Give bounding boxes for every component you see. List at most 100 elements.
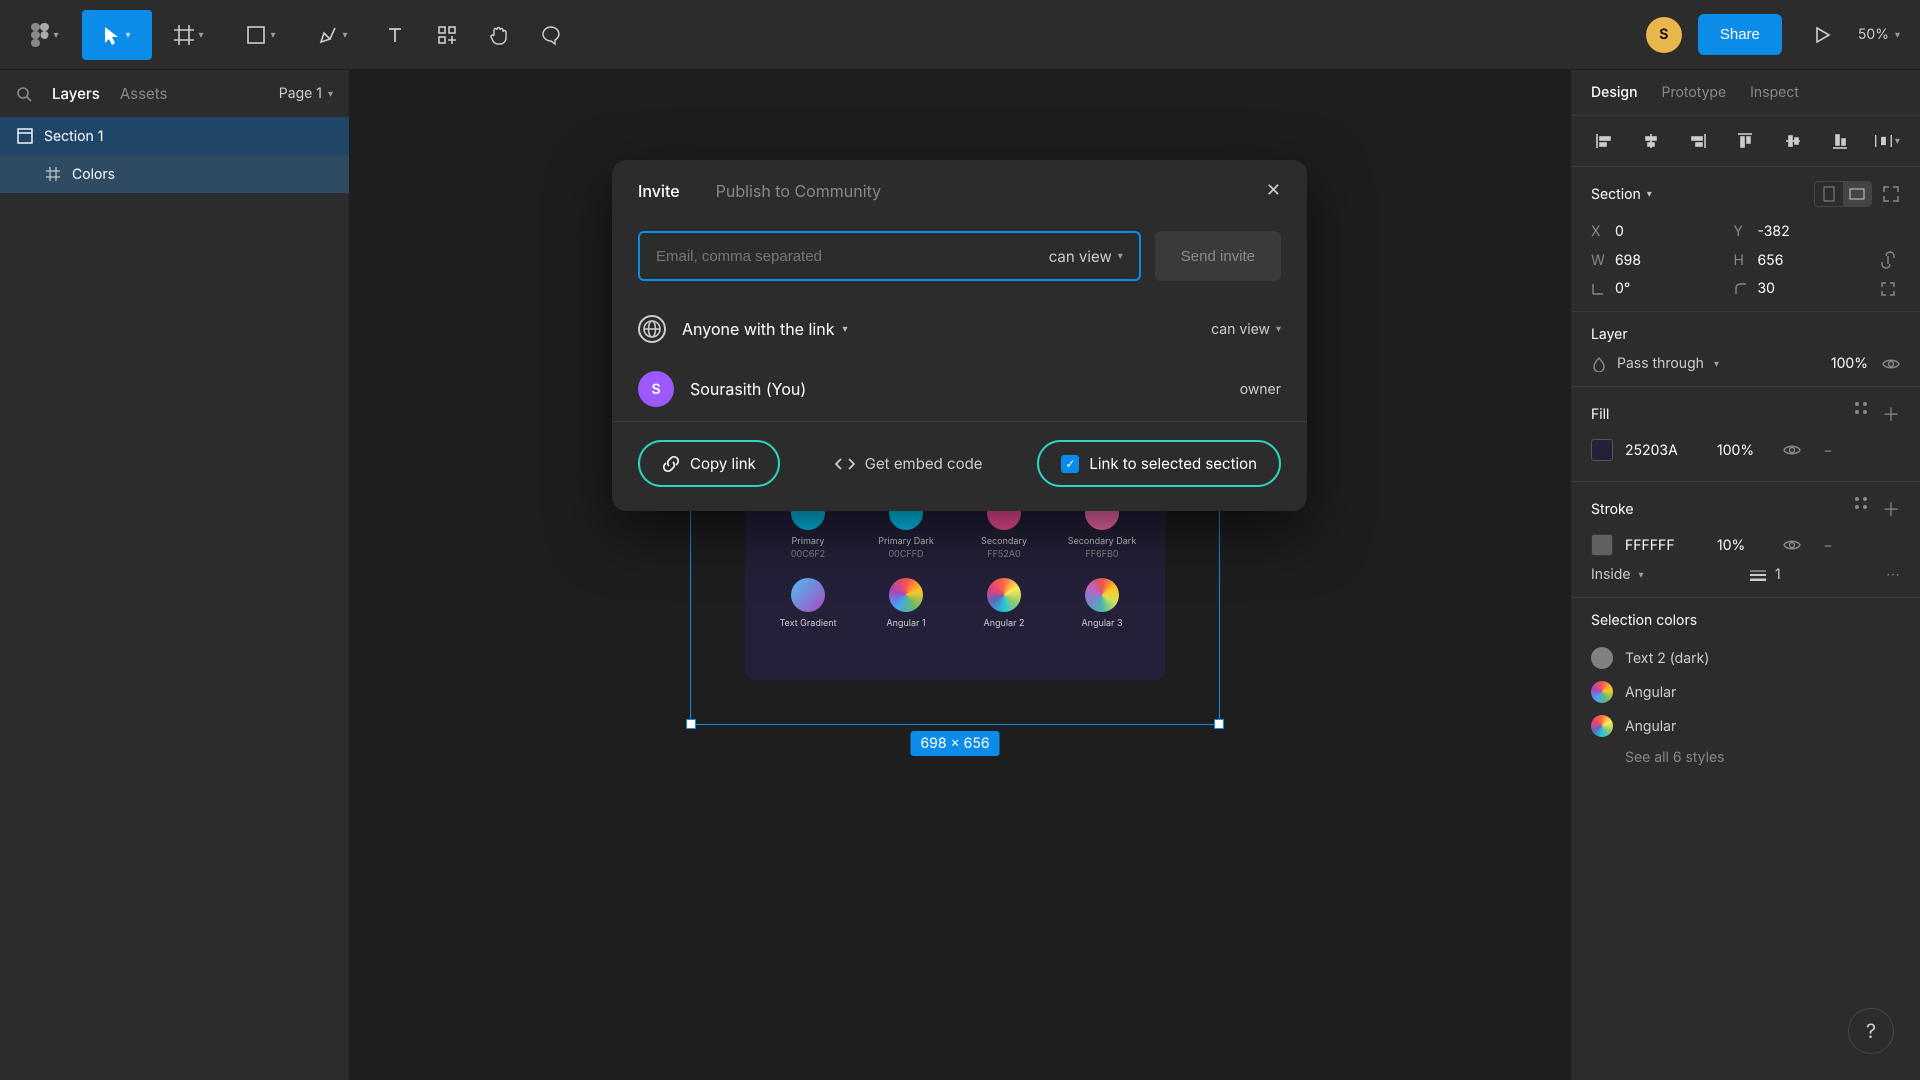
layers-tab[interactable]: Layers (52, 84, 100, 103)
stroke-opacity-field[interactable]: 10% (1717, 537, 1771, 554)
add-stroke-icon[interactable]: ＋ (1882, 496, 1900, 522)
design-tab[interactable]: Design (1591, 84, 1638, 101)
layer-row-colors[interactable]: Colors (0, 155, 349, 193)
play-icon (1813, 26, 1831, 44)
share-button[interactable]: Share (1698, 14, 1782, 55)
assets-tab[interactable]: Assets (120, 84, 168, 103)
selection-dimensions: 698 × 656 (910, 731, 999, 756)
w-field[interactable]: W698 (1591, 250, 1720, 270)
h-field[interactable]: H656 (1734, 250, 1863, 270)
move-tool-button[interactable]: ▾ (82, 10, 152, 60)
resize-to-fit-icon[interactable] (1882, 185, 1900, 203)
stroke-color-chip[interactable] (1591, 534, 1613, 556)
style-picker-icon[interactable] (1854, 401, 1868, 427)
remove-fill-icon[interactable]: − (1817, 442, 1839, 459)
present-button[interactable] (1802, 15, 1842, 55)
left-panel: Layers Assets Page 1 ▾ Section 1 Colors (0, 70, 350, 1080)
prototype-tab[interactable]: Prototype (1662, 84, 1727, 101)
invite-permission-dropdown[interactable]: can view ▾ (1049, 247, 1123, 266)
selection-color-row[interactable]: Angular (1591, 675, 1900, 709)
invite-email-input[interactable] (656, 248, 1049, 265)
distribute-icon[interactable]: ▾ (1874, 128, 1900, 154)
constrain-proportions-icon[interactable] (1876, 250, 1900, 270)
add-fill-icon[interactable]: ＋ (1882, 401, 1900, 427)
see-all-styles[interactable]: See all 6 styles (1591, 743, 1900, 772)
color-swatch[interactable]: Angular 3 (1054, 578, 1150, 631)
search-icon[interactable] (16, 86, 32, 102)
color-swatch[interactable]: Text Gradient (760, 578, 856, 631)
send-invite-button[interactable]: Send invite (1155, 231, 1281, 281)
layer-row-section[interactable]: Section 1 (0, 117, 349, 155)
blend-mode-dropdown[interactable]: Pass through ▾ (1591, 355, 1719, 372)
layer-opacity-field[interactable]: 100% (1831, 355, 1868, 372)
stroke-advanced-icon[interactable]: ⋯ (1886, 566, 1900, 583)
page-dropdown[interactable]: Page 1 ▾ (279, 85, 333, 102)
link-section-checkbox-input[interactable] (1061, 455, 1079, 473)
landscape-icon[interactable] (1843, 182, 1871, 206)
resize-handle-br[interactable] (1214, 719, 1224, 729)
radius-field[interactable]: 30 (1734, 280, 1863, 297)
frame-type-dropdown[interactable]: Section ▾ (1591, 186, 1652, 203)
shape-tool-button[interactable]: ▾ (226, 10, 296, 60)
align-right-icon[interactable] (1685, 128, 1711, 154)
selection-color-row[interactable]: Angular (1591, 709, 1900, 743)
stroke-hex-field[interactable]: FFFFFF (1625, 537, 1705, 554)
visibility-icon[interactable] (1882, 357, 1900, 371)
selection-color-row[interactable]: Text 2 (dark) (1591, 641, 1900, 675)
get-embed-button[interactable]: Get embed code (835, 454, 983, 473)
x-field[interactable]: X0 (1591, 223, 1720, 240)
text-tool-button[interactable] (370, 10, 420, 60)
rotation-field[interactable]: 0° (1591, 280, 1720, 297)
stroke-position-dropdown[interactable]: Inside ▾ (1591, 566, 1644, 583)
independent-corners-icon[interactable] (1876, 280, 1900, 297)
stroke-weight-field[interactable]: 1 (1749, 566, 1781, 583)
frame-icon (174, 25, 194, 45)
fill-heading: Fill (1591, 406, 1609, 423)
y-field[interactable]: Y-382 (1734, 223, 1863, 240)
link-permission-dropdown[interactable]: can view ▾ (1211, 321, 1281, 338)
align-bottom-icon[interactable] (1827, 128, 1853, 154)
owner-name: Sourasith (You) (690, 379, 806, 399)
globe-icon (638, 315, 666, 343)
stroke-heading: Stroke (1591, 501, 1634, 518)
color-swatch[interactable]: Angular 1 (858, 578, 954, 631)
remove-stroke-icon[interactable]: − (1817, 537, 1839, 554)
inspect-tab[interactable]: Inspect (1750, 84, 1799, 101)
close-icon[interactable]: ✕ (1266, 180, 1281, 201)
help-button[interactable]: ? (1848, 1008, 1894, 1054)
align-top-icon[interactable] (1732, 128, 1758, 154)
comment-tool-button[interactable] (526, 10, 576, 60)
fill-hex-field[interactable]: 25203A (1625, 442, 1705, 459)
align-hcenter-icon[interactable] (1638, 128, 1664, 154)
hand-tool-button[interactable] (474, 10, 524, 60)
selection-colors-heading: Selection colors (1591, 612, 1697, 629)
link-access-dropdown[interactable]: Anyone with the link ▾ (682, 319, 848, 339)
resources-button[interactable] (422, 10, 472, 60)
style-picker-icon[interactable] (1854, 496, 1868, 522)
chevron-down-icon: ▾ (328, 88, 333, 100)
selection-color-label: Text 2 (dark) (1625, 650, 1709, 667)
swatch-name: Angular 2 (956, 618, 1052, 629)
align-left-icon[interactable] (1591, 128, 1617, 154)
resize-handle-bl[interactable] (686, 719, 696, 729)
portrait-icon[interactable] (1815, 182, 1843, 206)
code-icon (835, 457, 855, 471)
publish-tab[interactable]: Publish to Community (716, 181, 881, 201)
visibility-icon[interactable] (1783, 538, 1805, 552)
visibility-icon[interactable] (1783, 443, 1805, 457)
orientation-toggle[interactable] (1814, 181, 1872, 207)
invite-tab[interactable]: Invite (638, 181, 680, 201)
frame-icon (44, 165, 62, 183)
user-avatar[interactable]: S (1646, 17, 1682, 53)
color-swatch[interactable]: Angular 2 (956, 578, 1052, 631)
main-menu-button[interactable]: ▾ (10, 10, 80, 60)
align-vcenter-icon[interactable] (1780, 128, 1806, 154)
link-to-section-checkbox[interactable]: Link to selected section (1037, 440, 1281, 487)
zoom-dropdown[interactable]: 50% ▾ (1858, 26, 1910, 43)
copy-link-button[interactable]: Copy link (638, 440, 780, 487)
swatch-hex: 00CFFD (858, 549, 954, 560)
frame-tool-button[interactable]: ▾ (154, 10, 224, 60)
pen-tool-button[interactable]: ▾ (298, 10, 368, 60)
fill-color-chip[interactable] (1591, 439, 1613, 461)
fill-opacity-field[interactable]: 100% (1717, 442, 1771, 459)
